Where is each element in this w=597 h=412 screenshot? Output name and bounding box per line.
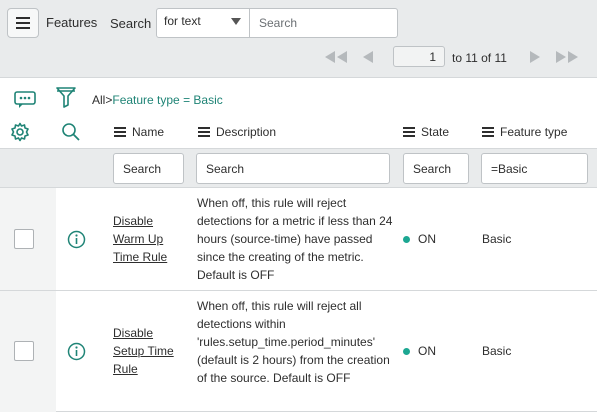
caret-down-icon xyxy=(231,18,241,25)
search-field-value: for text xyxy=(164,14,201,28)
column-header-state[interactable]: State xyxy=(403,125,449,139)
double-chevron-right-icon[interactable] xyxy=(554,47,580,67)
chevron-left-icon[interactable] xyxy=(361,47,375,67)
search-group: for text Search xyxy=(156,8,398,38)
page-title: Features xyxy=(46,15,98,30)
row-feature-type: Basic xyxy=(482,344,512,358)
row-feature-type: Basic xyxy=(482,232,512,246)
row-state: ON xyxy=(403,344,436,358)
info-circle-icon[interactable] xyxy=(67,342,86,361)
column-header-label: Description xyxy=(216,125,277,139)
list-menu-button[interactable] xyxy=(7,8,39,38)
filter-input-feature-type[interactable]: =Basic xyxy=(481,153,588,184)
column-header-feature-type[interactable]: Feature type xyxy=(482,125,567,139)
column-header-label: Name xyxy=(132,125,165,139)
row-checkbox[interactable] xyxy=(14,229,34,249)
search-field-select[interactable]: for text xyxy=(157,9,250,37)
state-on-dot xyxy=(403,347,410,355)
search-input[interactable]: Search xyxy=(250,9,397,37)
row-checkbox[interactable] xyxy=(14,341,34,361)
row-name-link[interactable]: Disable Setup Time Rule xyxy=(113,324,183,378)
breadcrumb-all[interactable]: All xyxy=(92,93,105,107)
column-menu-icon[interactable] xyxy=(114,127,126,137)
state-on-dot xyxy=(403,235,410,243)
row-name-link[interactable]: Disable Warm Up Time Rule xyxy=(113,212,183,266)
breadcrumb: All>Feature type = Basic xyxy=(92,93,223,107)
page-number-input[interactable]: 1 xyxy=(393,46,445,67)
row-state-label: ON xyxy=(418,344,436,358)
row-state: ON xyxy=(403,232,436,246)
list-tool-row xyxy=(0,78,597,118)
column-header-description[interactable]: Description xyxy=(198,125,276,139)
search-label: Search xyxy=(110,16,152,31)
breadcrumb-filter[interactable]: Feature type = Basic xyxy=(112,93,222,107)
row-state-label: ON xyxy=(418,232,436,246)
double-chevron-left-icon[interactable] xyxy=(323,47,349,67)
info-circle-icon[interactable] xyxy=(67,230,86,249)
page-range-text: to 11 of 11 xyxy=(452,51,507,65)
filter-input-description[interactable]: Search xyxy=(196,153,390,184)
column-menu-icon[interactable] xyxy=(403,127,415,137)
column-header-label: State xyxy=(421,125,450,139)
column-menu-icon[interactable] xyxy=(482,127,494,137)
hamburger-icon xyxy=(16,17,30,29)
row-description: When off, this rule will reject detectio… xyxy=(197,196,393,282)
gear-icon[interactable] xyxy=(10,122,30,142)
magnifier-icon[interactable] xyxy=(61,122,81,142)
row-description: When off, this rule will reject all dete… xyxy=(197,299,390,385)
chat-bubble-icon[interactable] xyxy=(14,91,36,109)
chevron-right-icon[interactable] xyxy=(528,47,542,67)
column-header-name[interactable]: Name xyxy=(114,125,164,139)
funnel-icon[interactable] xyxy=(56,86,76,108)
column-header-label: Feature type xyxy=(500,125,568,139)
filter-input-state[interactable]: Search xyxy=(403,153,469,184)
filter-input-name[interactable]: Search xyxy=(113,153,184,184)
column-menu-icon[interactable] xyxy=(198,127,210,137)
